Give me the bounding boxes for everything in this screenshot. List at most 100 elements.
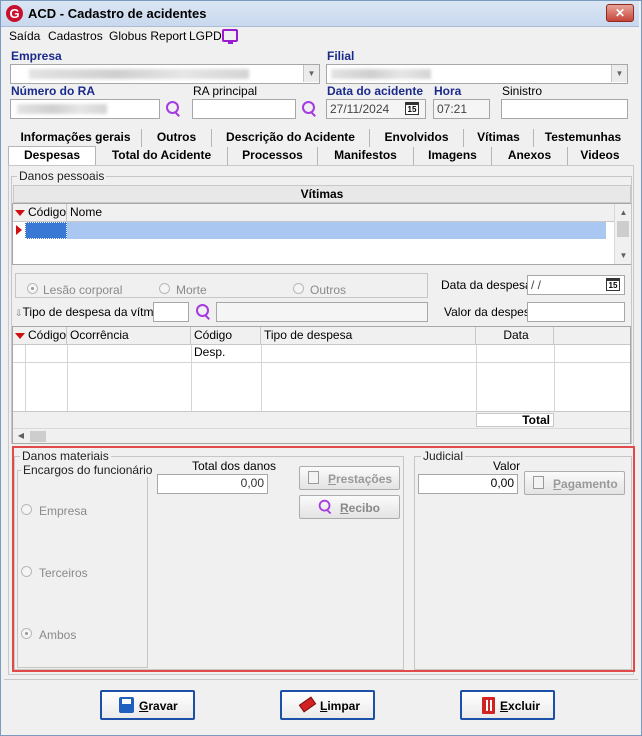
grid-line [261, 345, 262, 411]
data-acidente-value: 27/11/2024 [330, 102, 390, 116]
menu-cadastros[interactable]: Cadastros [48, 29, 103, 43]
radio-encargo-ambos[interactable] [21, 628, 32, 639]
data-despesa-field[interactable]: / / 15 [527, 275, 625, 295]
radio-encargo-terceiros-label: Terceiros [39, 566, 88, 580]
judicial-title: Judicial [421, 449, 466, 463]
footer-divider [4, 679, 638, 680]
encargos-title: Encargos do funcionário [21, 463, 155, 477]
scroll-left-icon[interactable]: ◀ [14, 429, 28, 443]
col-nome[interactable]: Nome [67, 204, 614, 221]
radio-lesao-corporal-label: Lesão corporal [43, 283, 123, 297]
pagamento-button[interactable]: Pagamento [524, 471, 625, 495]
despesas-grid[interactable]: Código Ocorrência Código Desp. Tipo de d… [12, 326, 631, 444]
hora-field[interactable]: 07:21 [433, 99, 490, 119]
menu-saida[interactable]: Saída [9, 29, 40, 43]
search-icon[interactable] [164, 100, 182, 118]
chevron-down-icon[interactable]: ▼ [303, 65, 319, 82]
tab-manifestos[interactable]: Manifestos [318, 147, 414, 165]
menu-lgpd[interactable]: LGPD [189, 29, 222, 43]
close-window-button[interactable]: ✕ [606, 4, 634, 22]
ra-principal-field[interactable] [192, 99, 296, 119]
data-despesa-value: / / [531, 278, 542, 292]
recibo-mnemonic: R [340, 501, 349, 515]
tab-imagens[interactable]: Imagens [414, 147, 492, 165]
filial-redacted [331, 69, 431, 79]
radio-encargo-terceiros[interactable] [21, 566, 32, 577]
judicial-valor-field[interactable]: 0,00 [418, 474, 518, 494]
tab-outros[interactable]: Outros [142, 129, 212, 147]
col-tipo-despesa[interactable]: Tipo de despesa [261, 327, 476, 344]
pin-icon: ⇩ [15, 308, 23, 318]
tab-total-acidente[interactable]: Total do Acidente [96, 147, 228, 165]
gravar-button[interactable]: Gravar [100, 690, 195, 720]
scroll-down-icon[interactable]: ▼ [615, 247, 632, 264]
hora-label: Hora [434, 84, 462, 98]
grid-line [67, 345, 68, 411]
data-acidente-field[interactable]: 27/11/2024 15 [326, 99, 426, 119]
valor-label: Valor [493, 459, 521, 473]
tab-videos[interactable]: Videos [568, 147, 632, 165]
col-codigo[interactable]: Código [25, 327, 67, 344]
excluir-label: Excluir [500, 699, 541, 713]
tab-despesas[interactable]: Despesas [8, 146, 96, 166]
col-codigo[interactable]: Código [25, 204, 67, 221]
tab-envolvidos[interactable]: Envolvidos [370, 129, 464, 147]
valor-despesa-field[interactable] [527, 302, 625, 322]
empresa-combo[interactable]: ▼ [10, 64, 320, 84]
numero-ra-field[interactable] [10, 99, 160, 119]
col-data[interactable]: Data [476, 327, 554, 344]
radio-encargo-empresa[interactable] [21, 504, 32, 515]
prestacoes-button[interactable]: Prestações [299, 466, 400, 490]
gravar-mnemonic: G [139, 699, 149, 713]
calendar-icon[interactable]: 15 [606, 278, 620, 291]
numero-ra-label: Número do RA [11, 84, 95, 98]
gravar-label: Gravar [139, 699, 178, 713]
limpar-button[interactable]: Limpar [280, 690, 375, 720]
excluir-button[interactable]: Excluir [460, 690, 555, 720]
radio-encargo-ambos-label: Ambos [39, 628, 77, 642]
monitor-icon[interactable] [222, 29, 238, 44]
radio-morte[interactable] [159, 283, 170, 294]
data-acidente-label: Data do acidente [327, 84, 424, 98]
col-ocorrencia[interactable]: Ocorrência [67, 327, 191, 344]
recibo-button[interactable]: Recibo [299, 495, 400, 519]
limpar-label: Limpar [320, 699, 361, 713]
search-icon[interactable] [194, 303, 212, 321]
limpar-mnemonic: L [320, 699, 328, 713]
selected-cell[interactable] [25, 222, 67, 239]
tab-anexos[interactable]: Anexos [492, 147, 568, 165]
empresa-label: Empresa [11, 49, 62, 63]
vitimas-grid[interactable]: Código Nome ▲ ▼ [12, 203, 631, 265]
tab-testemunhas[interactable]: Testemunhas [534, 129, 632, 147]
sinistro-field[interactable] [501, 99, 628, 119]
despesas-grid-head: Código Ocorrência Código Desp. Tipo de d… [13, 327, 630, 359]
vitimas-scrollbar[interactable]: ▲ ▼ [614, 204, 631, 264]
menu-globus-report[interactable]: Globus Report [109, 29, 186, 43]
tab-informacoes-gerais[interactable]: Informações gerais [10, 129, 142, 147]
filial-combo[interactable]: ▼ [326, 64, 628, 84]
eraser-icon [298, 696, 317, 713]
scroll-thumb[interactable] [617, 221, 629, 237]
pagamento-mnemonic: P [553, 477, 562, 491]
sort-indicator-icon [15, 210, 25, 216]
despesas-hscrollbar[interactable]: ◀ [13, 428, 630, 443]
tab-descricao-acidente[interactable]: Descrição do Acidente [212, 129, 370, 147]
calendar-icon[interactable]: 15 [405, 102, 419, 115]
radio-outros[interactable] [293, 283, 304, 294]
tipo-despesa-code-field[interactable] [153, 302, 189, 322]
total-danos-field[interactable]: 0,00 [157, 474, 268, 494]
search-icon[interactable] [300, 100, 318, 118]
col-codigo-desp[interactable]: Código Desp. [191, 327, 261, 359]
grid-line [13, 362, 630, 363]
scroll-up-icon[interactable]: ▲ [615, 204, 632, 221]
tab-processos[interactable]: Processos [228, 147, 318, 165]
radio-outros-label: Outros [310, 283, 347, 297]
tab-vitimas[interactable]: Vítimas [464, 129, 534, 147]
danos-pessoais-title: Danos pessoais [17, 169, 107, 183]
vitimas-header: Vítimas [13, 185, 631, 203]
tipo-despesa-label-text: Tipo de despesa da vítma. [22, 305, 164, 319]
radio-lesao-corporal[interactable] [27, 283, 38, 294]
chevron-down-icon[interactable]: ▼ [611, 65, 627, 82]
selected-row[interactable] [67, 222, 606, 239]
hscroll-thumb[interactable] [30, 431, 46, 442]
